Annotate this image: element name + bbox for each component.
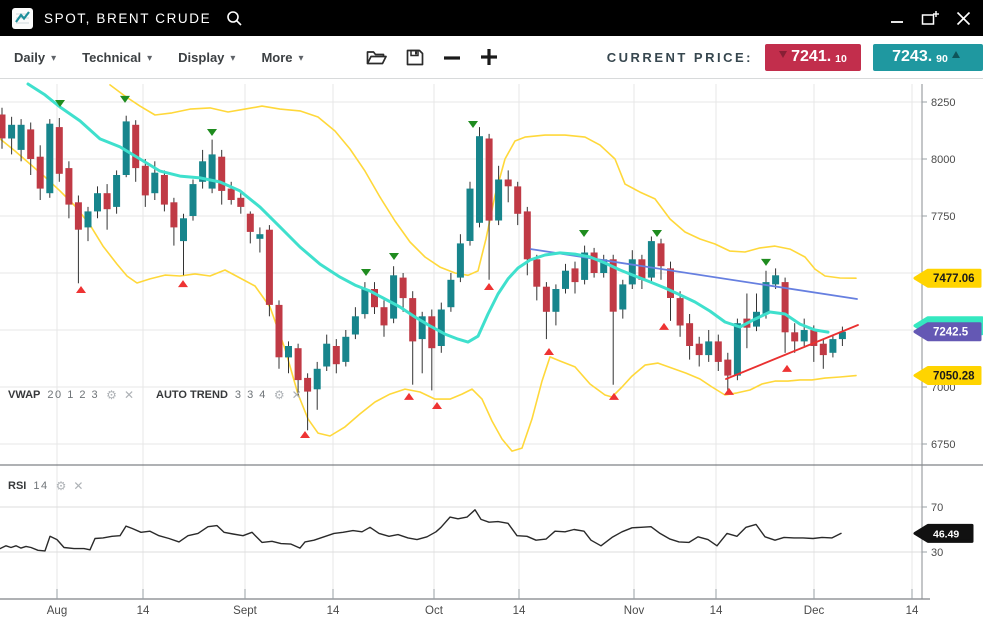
menu-display[interactable]: Display ▾: [178, 50, 235, 65]
vwap-remove-icon[interactable]: ✕: [124, 389, 134, 401]
price-down-arrow-icon: [779, 51, 787, 58]
svg-text:Oct: Oct: [425, 605, 444, 617]
menu-daily[interactable]: Daily ▾: [14, 50, 56, 65]
menu-more-label: More: [261, 50, 292, 65]
price-up-arrow-icon: [952, 51, 960, 58]
menu-technical[interactable]: Technical ▾: [82, 50, 152, 65]
bid-price-fraction: 10: [835, 53, 847, 65]
rsi-legend-row: RSI 14 ⚙ ✕: [8, 480, 83, 492]
chevron-down-icon: ▾: [147, 51, 152, 64]
ask-price-fraction: 90: [936, 53, 948, 65]
autotrend-indicator-params: 3 3 4: [235, 389, 267, 401]
title-bar: SPOT, BRENT CRUDE: [0, 0, 983, 36]
save-icon[interactable]: [406, 49, 424, 66]
vwap-settings-gear-icon[interactable]: ⚙: [106, 389, 117, 401]
current-price-label: CURRENT PRICE:: [607, 50, 753, 65]
price-badges: 7477.06 7242.5 7050.28 46.49: [915, 270, 982, 541]
close-button[interactable]: [956, 11, 971, 26]
svg-text:Sept: Sept: [233, 605, 257, 617]
menu-technical-label: Technical: [82, 50, 141, 65]
toolbar: Daily ▾ Technical ▾ Display ▾ More ▾: [0, 36, 983, 79]
autotrend-settings-gear-icon[interactable]: ⚙: [274, 389, 285, 401]
vwap-indicator-params: 20 1 2 3: [47, 389, 99, 401]
auto-trend-lines: [531, 249, 858, 379]
chevron-down-icon: ▾: [230, 51, 235, 64]
minimize-button[interactable]: [890, 11, 904, 25]
open-folder-icon[interactable]: [366, 49, 387, 66]
svg-text:14: 14: [710, 605, 723, 617]
svg-text:7477.06: 7477.06: [933, 273, 975, 285]
svg-text:30: 30: [931, 547, 943, 559]
vwap-indicator-label: VWAP: [8, 389, 40, 401]
svg-text:7050.28: 7050.28: [933, 371, 975, 383]
ask-price-badge: 7243. 90: [873, 44, 983, 71]
popout-window-button[interactable]: [921, 10, 939, 26]
svg-text:8000: 8000: [931, 154, 955, 166]
vwap-line: [28, 84, 828, 342]
search-icon[interactable]: [226, 10, 243, 27]
indicator-legend-row: VWAP 20 1 2 3 ⚙ ✕ AUTO TREND 3 3 4 ⚙ ✕: [8, 389, 302, 401]
svg-text:14: 14: [137, 605, 150, 617]
autotrend-remove-icon[interactable]: ✕: [292, 389, 302, 401]
svg-text:7750: 7750: [931, 211, 955, 223]
chart-area: Aug14Sept14Oct14Nov14Dec1482508000775075…: [0, 79, 983, 625]
chevron-down-icon: ▾: [299, 51, 304, 64]
svg-text:8250: 8250: [931, 97, 955, 109]
zoom-out-icon[interactable]: [443, 49, 461, 66]
price-chart[interactable]: Aug14Sept14Oct14Nov14Dec1482508000775075…: [0, 79, 983, 625]
svg-text:Aug: Aug: [47, 605, 67, 617]
svg-text:70: 70: [931, 502, 943, 514]
svg-text:Dec: Dec: [804, 605, 825, 617]
menu-more[interactable]: More ▾: [261, 50, 303, 65]
svg-text:7242.5: 7242.5: [933, 327, 969, 339]
svg-text:Nov: Nov: [624, 605, 645, 617]
ask-price-main: 7243.: [892, 48, 932, 66]
rsi-indicator-label: RSI: [8, 480, 26, 492]
menu-display-label: Display: [178, 50, 224, 65]
app-logo-icon: [12, 8, 33, 29]
svg-text:14: 14: [513, 605, 526, 617]
menu-daily-label: Daily: [14, 50, 45, 65]
svg-text:14: 14: [327, 605, 340, 617]
bid-price-main: 7241.: [791, 48, 831, 66]
svg-text:14: 14: [906, 605, 919, 617]
svg-text:46.49: 46.49: [933, 528, 959, 540]
candlesticks: [0, 108, 846, 431]
autotrend-indicator-label: AUTO TREND: [156, 389, 228, 401]
zoom-in-icon[interactable]: [480, 48, 498, 66]
rsi-line: [0, 510, 841, 551]
svg-text:6750: 6750: [931, 439, 955, 451]
window-title: SPOT, BRENT CRUDE: [44, 11, 211, 26]
rsi-settings-gear-icon[interactable]: ⚙: [56, 480, 67, 492]
bid-price-badge: 7241. 10: [765, 44, 861, 71]
rsi-remove-icon[interactable]: ✕: [73, 480, 83, 492]
rsi-indicator-params: 14: [33, 480, 48, 492]
chevron-down-icon: ▾: [51, 51, 56, 64]
